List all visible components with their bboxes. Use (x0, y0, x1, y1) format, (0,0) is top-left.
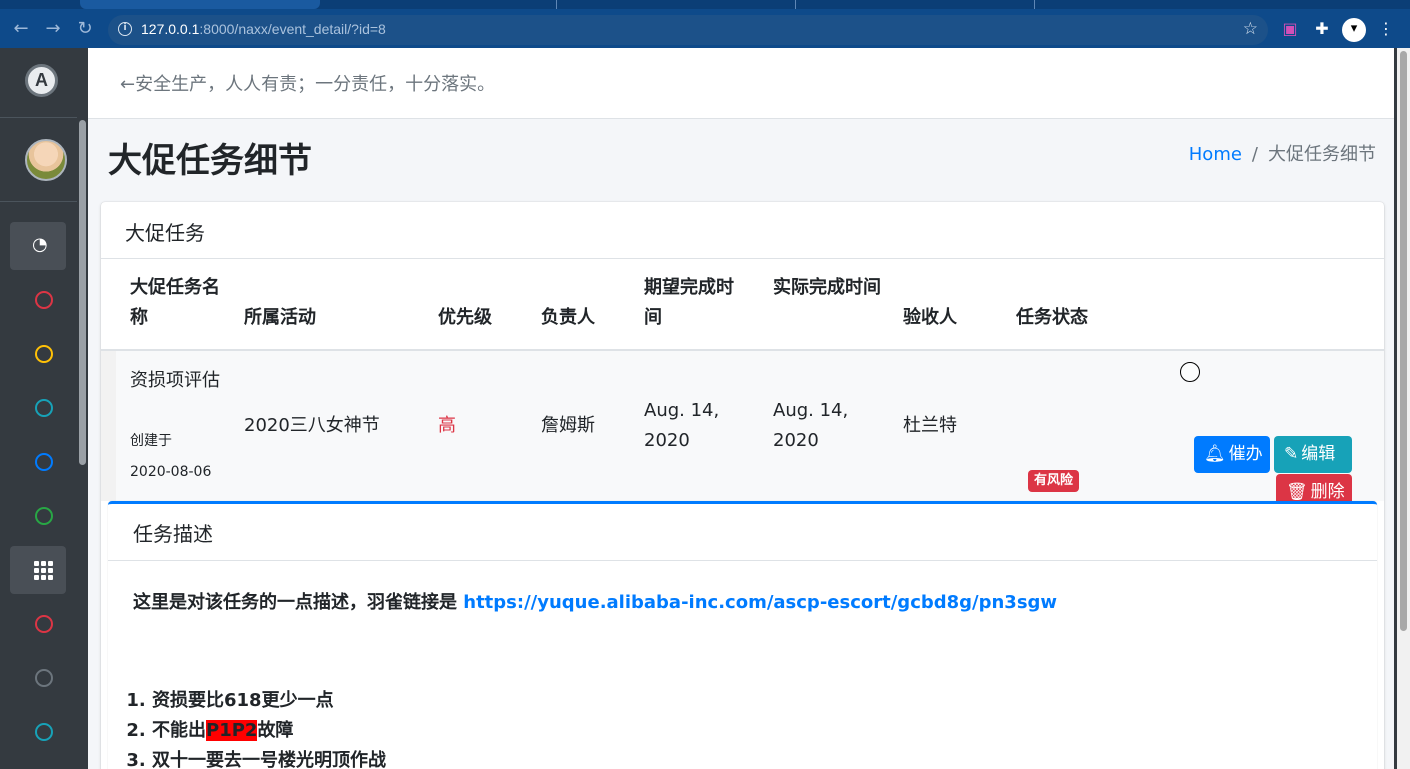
description-card: 任务描述 这里是对该任务的一点描述，羽雀链接是 https://yuque.al… (108, 501, 1377, 769)
tab-separator (795, 0, 796, 9)
top-navbar: ←安全生产，人人有责；一分责任，十分落实。 (88, 48, 1394, 119)
tachometer-icon: ◔ (32, 234, 48, 255)
column-header-acceptor: 验收人 (903, 307, 957, 328)
mouse-cursor (1180, 362, 1200, 382)
url-path: :8000/naxx/event_detail/?id=8 (199, 21, 386, 37)
circle-icon (35, 669, 53, 687)
column-header-status: 任务状态 (1016, 307, 1088, 328)
actual-date-cell: Aug. 14, 2020 (773, 400, 849, 451)
circle-icon (35, 291, 53, 309)
puzzle-icon[interactable]: ✚ (1311, 18, 1333, 40)
task-card-title: 大促任务 (125, 221, 205, 245)
activity-cell: 2020三八女神节 (244, 415, 380, 436)
description-text: 这里是对该任务的一点描述，羽雀链接是 https://yuque.alibaba… (133, 588, 1057, 614)
column-header-priority: 优先级 (438, 307, 492, 328)
brand[interactable]: A (0, 48, 77, 118)
nav-dashboard[interactable]: ◔ (10, 222, 66, 270)
more-menu-icon[interactable]: ⋮ (1375, 18, 1397, 40)
nav-item-green[interactable] (10, 492, 66, 540)
avatar[interactable] (25, 139, 67, 181)
brand-logo[interactable]: A (25, 64, 58, 97)
url-text[interactable]: 127.0.0.1:8000/naxx/event_detail/?id=8 (141, 21, 386, 37)
reload-icon[interactable]: ↻ (74, 18, 96, 40)
sidebar: A ◔ (0, 48, 86, 769)
main-scrollbar-thumb[interactable] (1400, 51, 1407, 631)
url-host: 127.0.0.1 (141, 21, 200, 37)
nav-item-cyan[interactable] (10, 384, 66, 432)
column-header-actual: 实际完成时间 (773, 277, 881, 298)
main-content: ←安全生产，人人有责；一分责任，十分落实。 大促任务细节 Home / 大促任务细节… (88, 48, 1394, 769)
column-header-name: 大促任务名称 (130, 277, 220, 328)
main-scrollbar[interactable] (1397, 48, 1410, 769)
nav-item-gray[interactable] (10, 654, 66, 702)
list-item: 资损要比618更少一点 (152, 686, 386, 716)
nav-item-blue[interactable] (10, 438, 66, 486)
list-item-text: 双十一要去一号楼光明顶作战 (152, 750, 386, 769)
created-date: 2020-08-06 (130, 464, 212, 480)
tab-separator (556, 0, 557, 9)
acceptor-cell: 杜兰特 (903, 415, 957, 436)
nav-item-cyan-2[interactable] (10, 708, 66, 756)
remind-button-label: 催办 (1228, 444, 1263, 464)
list-item-text: 资损要比618更少一点 (152, 690, 334, 711)
breadcrumb: Home / 大促任务细节 (1189, 140, 1376, 166)
priority-cell: 高 (438, 415, 456, 436)
address-bar[interactable]: i 127.0.0.1:8000/naxx/event_detail/?id=8… (108, 15, 1268, 45)
edit-button[interactable]: ✎ 编辑 (1274, 436, 1352, 473)
browser-toolbar: ← → ↻ i 127.0.0.1:8000/naxx/event_detail… (0, 0, 1410, 48)
breadcrumb-separator: / (1251, 144, 1258, 165)
circle-icon (35, 507, 53, 525)
user-panel (0, 119, 77, 202)
circle-icon (35, 615, 53, 633)
status-badge: 有风险 (1028, 470, 1080, 492)
motto-link[interactable]: ←安全生产，人人有责；一分责任，十分落实。 (120, 70, 495, 96)
task-name: 资损项评估 (130, 370, 220, 391)
extension-icon[interactable]: ▣ (1279, 18, 1301, 40)
delete-button-label: 删除 (1310, 482, 1345, 502)
bookmark-star-icon[interactable]: ☆ (1243, 19, 1258, 39)
description-list: 资损要比618更少一点 不能出P1P2故障 双十一要去一号楼光明顶作战 (152, 686, 386, 769)
grid-icon (34, 561, 54, 580)
circle-icon (35, 723, 53, 741)
tab-separator (1034, 0, 1035, 9)
page-title: 大促任务细节 (108, 141, 312, 181)
edit-button-label: 编辑 (1301, 444, 1336, 464)
task-card-header: 大促任务 (101, 202, 1384, 259)
list-item-suffix: 故障 (257, 720, 294, 741)
tab-active[interactable] (80, 0, 320, 9)
circle-icon (35, 453, 53, 471)
site-info-icon[interactable]: i (118, 22, 132, 36)
description-title: 任务描述 (133, 522, 213, 546)
nav-apps[interactable] (10, 546, 66, 594)
created-label: 创建于 (130, 433, 172, 449)
profile-icon[interactable]: ▾ (1342, 18, 1366, 42)
column-header-activity: 所属活动 (244, 307, 316, 328)
list-item: 双十一要去一号楼光明顶作战 (152, 746, 386, 769)
nav-item-yellow[interactable] (10, 330, 66, 378)
pencil-icon: ✎ (1284, 444, 1299, 464)
yuque-link[interactable]: https://yuque.alibaba-inc.com/ascp-escor… (463, 592, 1057, 613)
task-card: 大促任务 大促任务名称 所属活动 优先级 负责人 期望完成时间 实际完成时间 验… (101, 202, 1384, 769)
sidebar-scrollbar[interactable] (79, 120, 86, 465)
bell-icon: 🔔︎ (1204, 444, 1226, 464)
remind-button[interactable]: 🔔︎ 催办 (1194, 436, 1270, 473)
owner-cell: 詹姆斯 (541, 415, 595, 436)
nav-item-red[interactable] (10, 276, 66, 324)
forward-icon[interactable]: → (42, 18, 64, 40)
column-header-owner: 负责人 (541, 307, 595, 328)
nav-item-red-2[interactable] (10, 600, 66, 648)
list-item: 不能出P1P2故障 (152, 716, 386, 746)
column-header-expected: 期望完成时间 (644, 277, 734, 328)
circle-icon (35, 399, 53, 417)
expected-date-cell: Aug. 14, 2020 (644, 400, 720, 451)
breadcrumb-home[interactable]: Home (1189, 144, 1242, 165)
description-body: 这里是对该任务的一点描述，羽雀链接是 (133, 592, 464, 613)
back-icon[interactable]: ← (10, 18, 32, 40)
tab-strip (0, 0, 1410, 9)
circle-icon (35, 345, 53, 363)
description-card-header: 任务描述 (108, 504, 1377, 561)
list-item-text: 不能出 (152, 720, 206, 741)
highlighted-text: P1P2 (206, 720, 258, 741)
breadcrumb-current: 大促任务细节 (1268, 144, 1376, 165)
